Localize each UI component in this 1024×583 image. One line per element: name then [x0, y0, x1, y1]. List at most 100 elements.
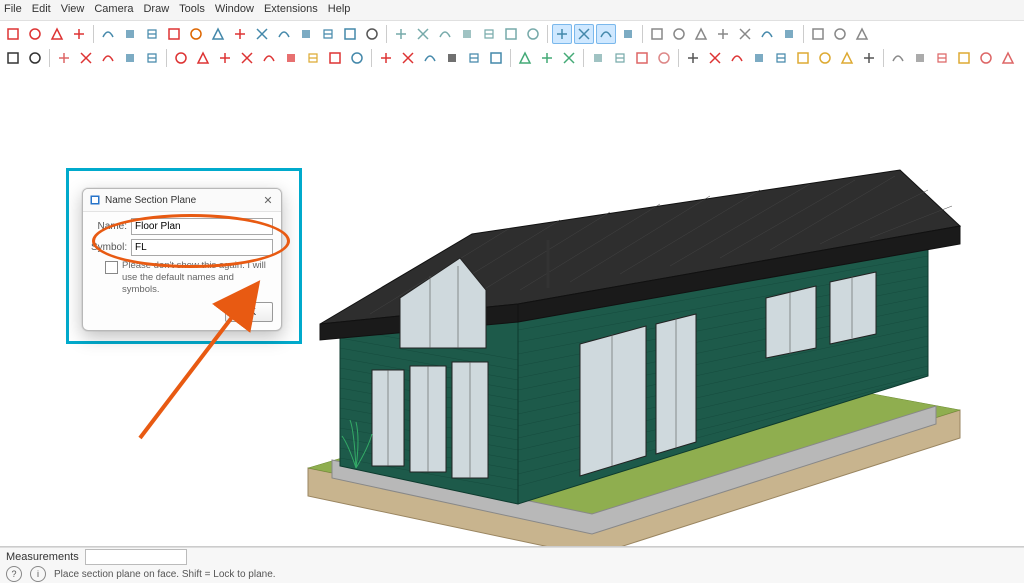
plan-d[interactable] [457, 24, 477, 44]
tool-b[interactable] [120, 24, 140, 44]
help-icon[interactable]: ? [6, 566, 22, 582]
orbit-c[interactable] [420, 48, 440, 68]
draw-f[interactable] [281, 48, 301, 68]
plan-f[interactable] [501, 24, 521, 44]
plan-c[interactable] [435, 24, 455, 44]
warn-icon[interactable] [303, 48, 323, 68]
gear-c[interactable] [852, 24, 872, 44]
symbol-input[interactable] [131, 239, 273, 256]
plan-e[interactable] [479, 24, 499, 44]
menu-window[interactable]: Window [215, 1, 254, 19]
shade-c[interactable] [691, 24, 711, 44]
plan-a[interactable] [391, 24, 411, 44]
name-input[interactable] [131, 218, 273, 235]
dont-show-checkbox[interactable] [105, 261, 118, 274]
tape-a[interactable] [793, 48, 813, 68]
page-c[interactable] [632, 48, 652, 68]
move-b[interactable] [347, 48, 367, 68]
page-b[interactable] [610, 48, 630, 68]
ok-button[interactable]: OK [225, 302, 273, 322]
tool-f[interactable] [208, 24, 228, 44]
viewport-3d[interactable]: Name Section Plane ✕ Name: Symbol: Pleas… [0, 68, 1024, 547]
ext-c[interactable] [932, 48, 952, 68]
menu-extensions[interactable]: Extensions [264, 1, 318, 19]
info-icon[interactable]: i [30, 566, 46, 582]
menu-help[interactable]: Help [328, 1, 351, 19]
ext-b[interactable] [910, 48, 930, 68]
tool-k[interactable] [318, 24, 338, 44]
draw-a[interactable] [171, 48, 191, 68]
plan-g[interactable] [523, 24, 543, 44]
line-d[interactable] [749, 48, 769, 68]
menu-edit[interactable]: Edit [32, 1, 51, 19]
shade-g[interactable] [779, 24, 799, 44]
zoom-icon[interactable] [3, 48, 23, 68]
walk-icon[interactable] [362, 24, 382, 44]
plan-b[interactable] [413, 24, 433, 44]
layer-d[interactable] [618, 24, 638, 44]
orbit-b[interactable] [398, 48, 418, 68]
ext-d[interactable] [954, 48, 974, 68]
dialog-titlebar[interactable]: Name Section Plane ✕ [83, 189, 281, 212]
button-c[interactable] [47, 24, 67, 44]
tool-g[interactable] [230, 24, 250, 44]
line-a[interactable] [683, 48, 703, 68]
line-c[interactable] [727, 48, 747, 68]
close-icon[interactable]: ✕ [261, 193, 275, 207]
line-e[interactable] [771, 48, 791, 68]
layer-a[interactable] [552, 24, 572, 44]
tape-c[interactable] [837, 48, 857, 68]
tape-d[interactable] [859, 48, 879, 68]
erase-b[interactable] [76, 48, 96, 68]
draw-c[interactable] [215, 48, 235, 68]
orbit-f[interactable] [486, 48, 506, 68]
tool-e[interactable] [186, 24, 206, 44]
move-a[interactable] [325, 48, 345, 68]
erase-c[interactable] [98, 48, 118, 68]
orbit-d[interactable] [442, 48, 462, 68]
page-a[interactable] [588, 48, 608, 68]
draw-e[interactable] [259, 48, 279, 68]
gear-a[interactable] [808, 24, 828, 44]
orbit-a[interactable] [376, 48, 396, 68]
shade-f[interactable] [757, 24, 777, 44]
draw-d[interactable] [237, 48, 257, 68]
menu-draw[interactable]: Draw [143, 1, 169, 19]
tool-c[interactable] [142, 24, 162, 44]
menu-file[interactable]: File [4, 1, 22, 19]
select-icon[interactable] [25, 48, 45, 68]
tool-a[interactable] [98, 24, 118, 44]
layer-c[interactable] [596, 24, 616, 44]
tool-j[interactable] [296, 24, 316, 44]
page-d[interactable] [654, 48, 674, 68]
shade-a[interactable] [647, 24, 667, 44]
menu-tools[interactable]: Tools [179, 1, 205, 19]
tape-b[interactable] [815, 48, 835, 68]
stack-c[interactable] [559, 48, 579, 68]
tool-l[interactable] [340, 24, 360, 44]
tool-i[interactable] [274, 24, 294, 44]
menu-view[interactable]: View [61, 1, 85, 19]
menu-camera[interactable]: Camera [94, 1, 133, 19]
draw-b[interactable] [193, 48, 213, 68]
erase-e[interactable] [142, 48, 162, 68]
erase-a[interactable] [54, 48, 74, 68]
orbit-e[interactable] [464, 48, 484, 68]
tool-h[interactable] [252, 24, 272, 44]
ext-e[interactable] [976, 48, 996, 68]
button-d[interactable] [69, 24, 89, 44]
ext-a[interactable] [888, 48, 908, 68]
layer-b[interactable] [574, 24, 594, 44]
stack-b[interactable] [537, 48, 557, 68]
stack-a[interactable] [515, 48, 535, 68]
shade-e[interactable] [735, 24, 755, 44]
measurements-input[interactable] [85, 549, 187, 565]
button-a[interactable] [3, 24, 23, 44]
button-b[interactable] [25, 24, 45, 44]
tool-d[interactable] [164, 24, 184, 44]
shade-d[interactable] [713, 24, 733, 44]
erase-d[interactable] [120, 48, 140, 68]
ext-f[interactable] [998, 48, 1018, 68]
line-b[interactable] [705, 48, 725, 68]
shade-b[interactable] [669, 24, 689, 44]
